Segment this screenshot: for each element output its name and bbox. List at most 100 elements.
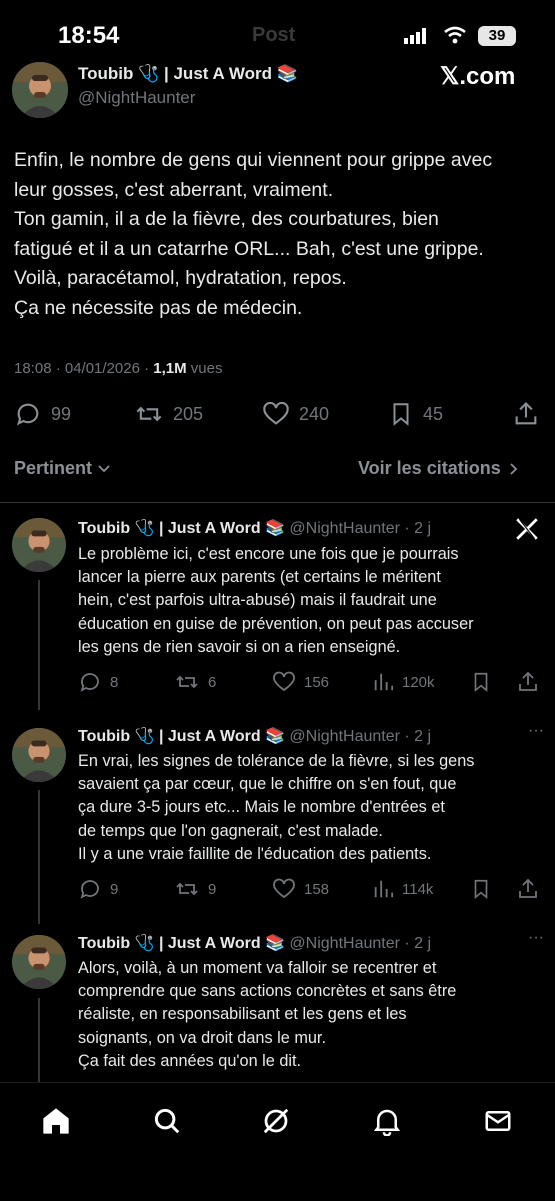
reply-count: 8 bbox=[110, 673, 119, 691]
repost-button[interactable]: 205 bbox=[134, 400, 203, 428]
share-button[interactable] bbox=[516, 670, 540, 694]
reply-button[interactable]: 99 bbox=[14, 400, 71, 428]
bookmark-button[interactable]: 45 bbox=[388, 400, 443, 428]
bookmark-button[interactable] bbox=[470, 670, 492, 694]
home-icon bbox=[43, 1108, 69, 1134]
analytics-icon bbox=[374, 673, 394, 691]
view-quotes-link[interactable]: Voir les citations bbox=[358, 458, 521, 479]
reply-line: Ça fait des années qu'on le dit. bbox=[78, 1051, 302, 1070]
share-button[interactable] bbox=[516, 877, 540, 901]
post-line: Voilà, paracétamol, hydratation, repos. bbox=[14, 267, 347, 289]
reply-line: ça dure 3-5 jours etc... Mais le nombre … bbox=[78, 798, 445, 817]
reply-button[interactable]: 9 bbox=[78, 877, 118, 901]
more-options-icon[interactable]: ··· bbox=[528, 722, 544, 740]
reply-icon bbox=[80, 673, 99, 692]
sort-dropdown[interactable]: Pertinent bbox=[14, 458, 112, 479]
share-icon bbox=[519, 671, 537, 691]
like-button[interactable]: 156 bbox=[272, 670, 329, 694]
reply-header: Toubib 🩺 | Just A Word 📚 @NightHaunter ·… bbox=[78, 933, 431, 953]
reply-line: savaient ça par cœur, que le chiffre on … bbox=[78, 775, 457, 794]
nav-home[interactable] bbox=[36, 1101, 76, 1141]
reply-icon bbox=[80, 880, 99, 899]
reply-line: En vrai, les signes de tolérance de la f… bbox=[78, 752, 475, 770]
views-label: vues bbox=[186, 360, 223, 377]
search-icon bbox=[154, 1108, 180, 1134]
post-timestamp[interactable]: 18:08 · 04/01/2026 · bbox=[14, 360, 153, 377]
post-line: Ça ne nécessite pas de médecin. bbox=[14, 296, 303, 319]
repost-button[interactable]: 6 bbox=[174, 670, 216, 694]
repost-button[interactable]: 9 bbox=[174, 877, 216, 901]
like-button[interactable]: 240 bbox=[262, 400, 329, 428]
views-button[interactable]: 114k bbox=[372, 877, 433, 901]
nav-messages[interactable] bbox=[478, 1101, 518, 1141]
reply-button[interactable]: 8 bbox=[78, 670, 118, 694]
reply-line: lancer la pierre aux parents (et certain… bbox=[78, 568, 441, 587]
share-button[interactable] bbox=[512, 400, 540, 428]
avatar[interactable] bbox=[12, 728, 66, 782]
thread-line bbox=[38, 790, 40, 924]
views-count: 120k bbox=[402, 673, 435, 691]
reply-body: Alors, voilà, à un moment va falloir se … bbox=[78, 957, 543, 1073]
chevron-down-icon bbox=[98, 464, 110, 472]
status-time: 18:54 bbox=[58, 22, 120, 49]
avatar[interactable] bbox=[12, 935, 66, 989]
author-name[interactable]: Toubib 🩺 | Just A Word 📚 bbox=[78, 64, 298, 84]
bookmark-icon bbox=[393, 403, 409, 426]
reply-handle[interactable]: @NightHaunter · 2 j bbox=[289, 728, 431, 745]
reply-handle[interactable]: @NightHaunter · 2 j bbox=[289, 520, 431, 537]
reply-line: réaliste, en responsabilisant et les gen… bbox=[78, 1005, 407, 1024]
bookmark-button[interactable] bbox=[470, 877, 492, 901]
grok-icon bbox=[263, 1108, 289, 1134]
nav-grok[interactable] bbox=[256, 1101, 296, 1141]
views-button[interactable]: 120k bbox=[372, 670, 435, 694]
reply-body: En vrai, les signes de tolérance de la f… bbox=[78, 750, 543, 866]
bottom-navigation bbox=[0, 1082, 555, 1201]
x-logo-icon bbox=[514, 516, 540, 542]
more-options-icon[interactable]: ··· bbox=[528, 929, 544, 947]
like-button[interactable]: 158 bbox=[272, 877, 329, 901]
views-count: 1,1M bbox=[153, 360, 187, 377]
reply-author-name[interactable]: Toubib 🩺 | Just A Word 📚 bbox=[78, 728, 285, 745]
mail-icon bbox=[485, 1111, 511, 1131]
reply-line: Alors, voilà, à un moment va falloir se … bbox=[78, 959, 437, 977]
avatar[interactable] bbox=[12, 518, 66, 572]
repost-count: 9 bbox=[208, 880, 217, 898]
author-handle[interactable]: @NightHaunter bbox=[78, 88, 195, 108]
share-icon bbox=[515, 402, 537, 425]
reply-line: comprendre que sans actions concrètes et… bbox=[78, 982, 457, 1001]
reply-count: 99 bbox=[51, 403, 72, 424]
reply-line: soignants, on va droit dans le mur. bbox=[78, 1028, 326, 1047]
analytics-icon bbox=[374, 880, 394, 898]
repost-icon bbox=[136, 406, 162, 422]
divider bbox=[0, 502, 555, 503]
reply-author-name[interactable]: Toubib 🩺 | Just A Word 📚 bbox=[78, 935, 285, 952]
heart-icon bbox=[273, 878, 295, 899]
reply-count: 9 bbox=[110, 880, 119, 898]
chevron-right-icon bbox=[510, 462, 517, 475]
thread-line bbox=[38, 580, 40, 710]
post-line: Ton gamin, il a de la fièvre, des courba… bbox=[14, 208, 439, 230]
reply-line: éducation en guise de prévention, on peu… bbox=[78, 614, 474, 633]
avatar[interactable] bbox=[12, 62, 68, 118]
bookmark-icon bbox=[474, 672, 488, 693]
x-com-watermark: 𝕏.com bbox=[440, 63, 516, 90]
repost-icon bbox=[176, 882, 198, 896]
reply-handle[interactable]: @NightHaunter · 2 j bbox=[289, 935, 431, 952]
reply-line: les gens de rien savoir si on a rien ens… bbox=[78, 637, 401, 656]
reply-author-name[interactable]: Toubib 🩺 | Just A Word 📚 bbox=[78, 520, 285, 537]
views-count: 114k bbox=[402, 880, 434, 898]
heart-icon bbox=[263, 401, 289, 425]
repost-count: 6 bbox=[208, 673, 217, 691]
bookmark-count: 45 bbox=[423, 403, 444, 424]
nav-search[interactable] bbox=[147, 1101, 187, 1141]
nav-notifications[interactable] bbox=[367, 1101, 407, 1141]
wifi-icon bbox=[443, 26, 467, 44]
reply-line: de temps que l'on gagnerait, c'est malad… bbox=[78, 821, 383, 840]
reply-line: hein, c'est parfois ultra-abusé) mais il… bbox=[78, 591, 437, 610]
thread-line bbox=[38, 998, 40, 1082]
post-line: fatigué et il a un catarrhe ORL... Bah, … bbox=[14, 237, 484, 260]
like-count: 156 bbox=[304, 673, 330, 691]
reply-line: Il y a une vraie faillite de l'éducation… bbox=[78, 844, 432, 863]
sort-label: Pertinent bbox=[14, 458, 93, 478]
post-meta: 18:08 · 04/01/2026 · 1,1M vues bbox=[14, 360, 223, 377]
